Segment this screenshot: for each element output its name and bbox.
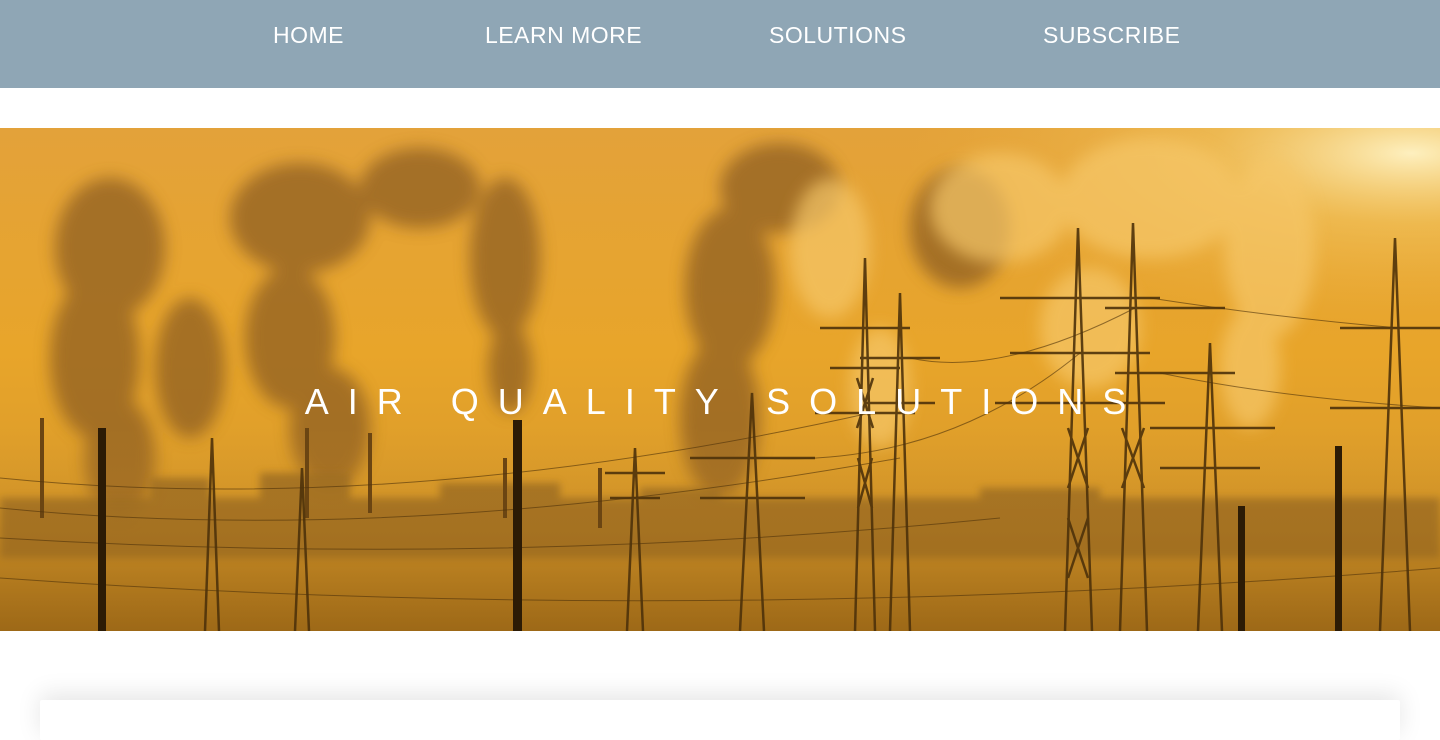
content-card <box>40 700 1400 740</box>
nav-link-learn-more[interactable]: LEARN MORE <box>485 20 642 50</box>
nav-link-home[interactable]: HOME <box>273 20 344 50</box>
hero-banner: AIR QUALITY SOLUTIONS <box>0 128 1440 631</box>
nav-link-subscribe[interactable]: SUBSCRIBE <box>1043 20 1180 50</box>
hero-title: AIR QUALITY SOLUTIONS <box>304 381 1146 423</box>
nav-link-solutions[interactable]: SOLUTIONS <box>769 20 906 50</box>
top-navigation-bar: HOME LEARN MORE SOLUTIONS SUBSCRIBE <box>0 0 1440 88</box>
